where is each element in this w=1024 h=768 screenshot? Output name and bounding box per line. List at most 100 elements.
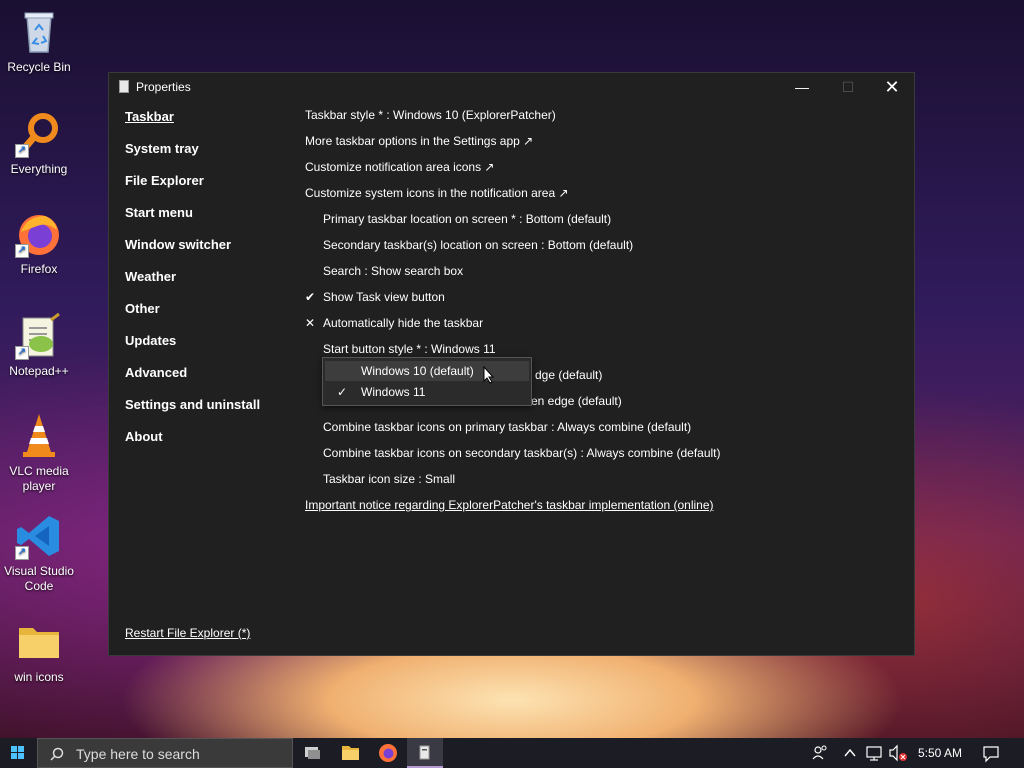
setting-combine-primary[interactable]: Combine taskbar icons on primary taskbar… [305,417,905,443]
sidebar-item-updates[interactable]: Updates [125,331,295,363]
setting-label: dge (default) [535,368,603,382]
properties-app-icon [119,80,129,93]
setting-show-task-view-button[interactable]: ✔ Show Task view button [305,287,905,313]
people-button[interactable] [810,738,830,768]
action-center-button[interactable] [980,738,1002,768]
chevron-up-icon [844,748,856,757]
start-button-style-dropdown: Windows 10 (default) ✓ Windows 11 [322,357,532,406]
desktop-icon-label: Everything [10,162,68,176]
setting-label: en edge (default) [531,394,622,408]
sidebar-item-about[interactable]: About [125,427,295,459]
desktop-icon-label: Notepad++ [9,364,69,378]
restart-file-explorer-link[interactable]: Restart File Explorer (*) [125,626,250,640]
setting-label: Combine taskbar icons on primary taskbar… [323,420,692,434]
setting-search[interactable]: Search : Show search box [305,261,905,287]
sidebar-item-settings-and-uninstall[interactable]: Settings and uninstall [125,395,295,427]
setting-combine-secondary[interactable]: Combine taskbar icons on secondary taskb… [305,443,905,469]
sidebar-item-taskbar[interactable]: Taskbar [125,107,295,139]
firefox-icon: ↗ [15,210,63,258]
setting-secondary-taskbar-location[interactable]: Secondary taskbar(s) location on screen … [305,235,905,261]
start-button[interactable] [0,738,36,768]
setting-more-taskbar-options-link[interactable]: More taskbar options in the Settings app… [305,131,905,157]
desktop-icon-vlc[interactable]: VLC media player [4,412,74,494]
recycle-bin-icon [15,8,63,56]
sidebar-item-system-tray[interactable]: System tray [125,139,295,171]
sidebar-item-file-explorer[interactable]: File Explorer [125,171,295,203]
shortcut-arrow-icon: ↗ [15,546,29,560]
sidebar-nav: Taskbar System tray File Explorer Start … [125,107,295,459]
setting-auto-hide-taskbar[interactable]: ✕ Automatically hide the taskbar [305,313,905,339]
sidebar-item-weather[interactable]: Weather [125,267,295,299]
setting-taskbar-icon-size[interactable]: Taskbar icon size : Small [305,469,905,495]
sidebar-item-start-menu[interactable]: Start menu [125,203,295,235]
setting-label: Taskbar icon size : Small [323,472,456,486]
taskbar-firefox[interactable] [370,738,406,768]
checkmark-icon: ✔ [305,290,316,304]
desktop-icon-vscode[interactable]: ↗ Visual Studio Code [4,512,74,594]
desktop-icon-win-icons[interactable]: win icons [4,618,74,685]
setting-label: Search : Show search box [323,264,464,278]
properties-window-icon [419,745,430,760]
sidebar-item-window-switcher[interactable]: Window switcher [125,235,295,267]
desktop-icon-label: Firefox [20,262,58,276]
setting-label: Start button style * : Windows 11 [323,342,496,356]
desktop-icon-label: win icons [14,670,64,684]
option-label: Windows 11 [361,385,426,399]
taskbar-properties-window[interactable] [407,738,443,768]
shortcut-arrow-icon: ↗ [15,144,29,158]
minimize-button[interactable]: — [779,73,825,101]
important-notice-link[interactable]: Important notice regarding ExplorerPatch… [305,495,905,521]
sidebar-item-advanced[interactable]: Advanced [125,363,295,395]
search-placeholder: Type here to search [76,746,200,762]
desktop-icon-label: Visual Studio Code [4,564,74,593]
dropdown-option-windows-11[interactable]: ✓ Windows 11 [325,382,529,402]
setting-label: Combine taskbar icons on secondary taskb… [323,446,721,460]
setting-label: Automatically hide the taskbar [323,316,484,330]
setting-label: More taskbar options in the Settings app… [305,134,534,148]
close-button[interactable]: ✕ [869,73,915,101]
window-title: Properties [136,80,191,94]
notification-icon [983,746,999,763]
taskbar-search-box[interactable]: Type here to search [37,738,293,768]
volume-muted-icon [889,744,907,762]
setting-label: Customize notification area icons ↗ [305,160,495,174]
everything-search-icon: ↗ [15,110,63,158]
setting-primary-taskbar-location[interactable]: Primary taskbar location on screen * : B… [305,209,905,235]
desktop-icon-notepad-plus-plus[interactable]: ↗ Notepad++ [4,312,74,379]
folder-icon [15,618,63,666]
people-icon [812,745,827,760]
mouse-cursor-icon [483,365,495,384]
maximize-button[interactable]: ☐ [825,73,871,101]
sidebar-item-other[interactable]: Other [125,299,295,331]
title-bar[interactable]: Properties — ☐ ✕ [109,73,914,101]
task-view-button[interactable] [294,738,330,768]
link-label: Important notice regarding ExplorerPatch… [305,498,714,512]
setting-label: Customize system icons in the notificati… [305,186,569,200]
desktop-icon-recycle-bin[interactable]: Recycle Bin [4,8,74,75]
desktop-icon-label: VLC media player [9,464,69,493]
setting-label: Show Task view button [323,290,445,304]
network-button[interactable] [864,738,884,768]
taskbar-file-explorer[interactable] [332,738,368,768]
desktop-icon-everything[interactable]: ↗ Everything [4,110,74,177]
clock[interactable]: 5:50 AM [918,738,968,768]
setting-label: Taskbar style * : Windows 10 (ExplorerPa… [305,108,556,122]
setting-taskbar-style[interactable]: Taskbar style * : Windows 10 (ExplorerPa… [305,105,905,131]
firefox-icon [379,744,397,762]
notepad-plus-plus-icon: ↗ [15,312,63,360]
dropdown-option-windows-10[interactable]: Windows 10 (default) [325,361,529,381]
setting-customize-notification-icons-link[interactable]: Customize notification area icons ↗ [305,157,905,183]
setting-customize-system-icons-link[interactable]: Customize system icons in the notificati… [305,183,905,209]
network-icon [866,746,882,761]
checkmark-icon: ✓ [337,385,348,399]
vscode-icon: ↗ [15,512,63,560]
vlc-cone-icon [15,412,63,460]
taskbar-settings-list: Taskbar style * : Windows 10 (ExplorerPa… [305,105,905,521]
taskbar: Type here to search 5:50 AM [0,738,1024,768]
shortcut-arrow-icon: ↗ [15,346,29,360]
desktop-icon-firefox[interactable]: ↗ Firefox [4,210,74,277]
search-icon [50,747,64,761]
option-label: Windows 10 (default) [361,364,474,378]
show-hidden-icons-button[interactable] [842,738,858,768]
volume-button[interactable] [887,738,909,768]
